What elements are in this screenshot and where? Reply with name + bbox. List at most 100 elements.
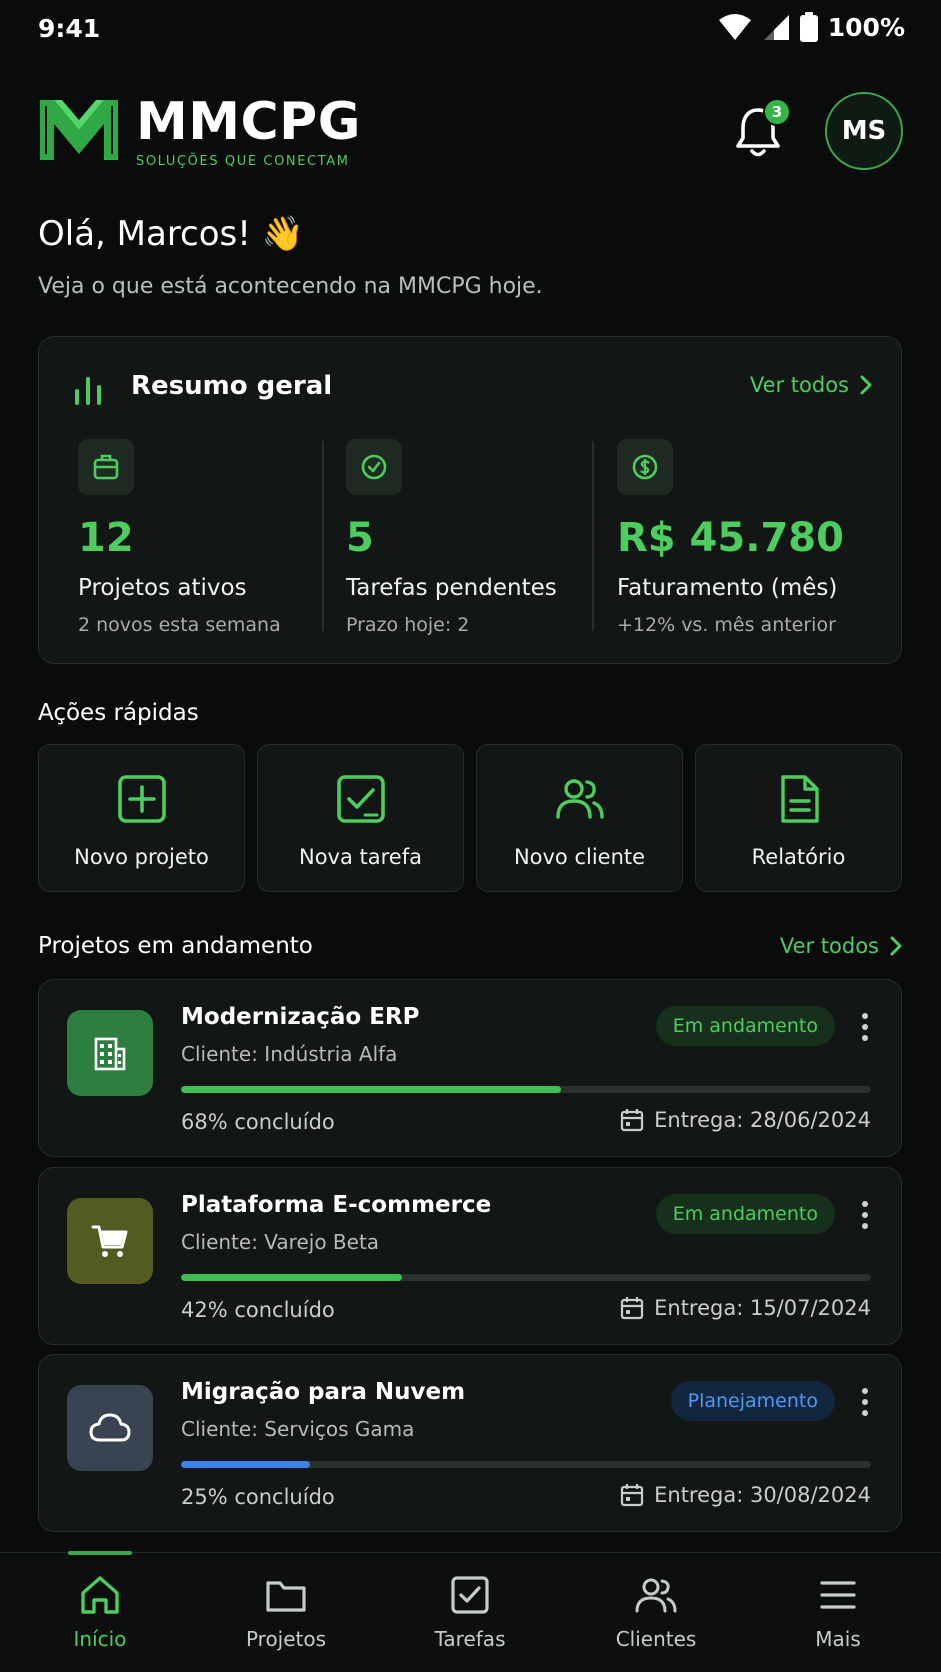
nav-label: Início [73, 1627, 127, 1651]
calendar-icon [621, 1109, 644, 1132]
summary-title: Resumo geral [131, 371, 333, 401]
quick-action-label: Novo projeto [74, 845, 209, 869]
stat-label: Projetos ativos [78, 575, 247, 601]
users-icon [635, 1578, 677, 1613]
see-all-label: Ver todos [779, 934, 879, 958]
app-header: MMCPG SOLUÇÕES QUE CONECTAM 3 MS [38, 88, 903, 174]
stat-revenue[interactable]: R$ 45.780 Faturamento (mês) +12% vs. mês… [617, 439, 885, 639]
users-icon [555, 779, 604, 819]
summary-card: Resumo geral Ver todos 12 Projetos ativo… [38, 336, 902, 664]
stat-divider [592, 441, 594, 631]
new-client-button[interactable]: Novo cliente [476, 744, 683, 892]
greeting-title: Olá, Marcos! 👋 [38, 214, 305, 254]
signal-icon [763, 15, 789, 40]
quick-action-label: Relatório [751, 845, 846, 869]
more-vertical-icon[interactable] [857, 1387, 873, 1417]
stat-value: 5 [346, 515, 374, 561]
project-client: Cliente: Indústria Alfa [181, 1042, 398, 1066]
home-icon [81, 1576, 119, 1614]
bottom-navigation: Início Projetos Tarefas Clientes Mais [0, 1551, 941, 1672]
projects-section-title: Projetos em andamento [38, 933, 313, 959]
project-name: Migração para Nuvem [181, 1379, 466, 1405]
nav-item-home[interactable]: Início [40, 1573, 160, 1663]
status-icons: 100% [718, 12, 905, 42]
stat-divider [322, 441, 324, 631]
project-client: Cliente: Varejo Beta [181, 1230, 380, 1254]
more-vertical-icon[interactable] [857, 1012, 873, 1042]
stat-icon [78, 439, 134, 495]
status-time: 9:41 [38, 14, 101, 43]
cart-icon [91, 1225, 128, 1257]
battery-icon [799, 12, 818, 42]
stat-sub: Prazo hoje: 2 [346, 614, 470, 636]
new-project-button[interactable]: Novo projeto [38, 744, 245, 892]
nav-item-projects[interactable]: Projetos [226, 1573, 346, 1663]
project-progress-track [181, 1461, 871, 1468]
nav-item-clients[interactable]: Clientes [596, 1573, 716, 1663]
app-screen: 9:41 100% MMCPG SOLUÇÕES QUE CONECTAM 3 … [0, 0, 941, 1672]
quick-actions-title: Ações rápidas [38, 700, 199, 726]
folder-icon [266, 1581, 306, 1612]
bar-chart-icon [75, 377, 101, 405]
user-avatar[interactable]: MS [825, 92, 903, 170]
quick-action-label: Novo cliente [513, 845, 646, 869]
more-vertical-icon[interactable] [857, 1200, 873, 1230]
stat-label: Tarefas pendentes [346, 575, 557, 601]
project-status-badge: Em andamento [655, 1194, 835, 1234]
check-circle-icon [361, 454, 387, 480]
task-check-icon [336, 775, 385, 823]
cloud-icon [89, 1413, 131, 1442]
menu-icon [820, 1581, 856, 1609]
project-icon-tile [67, 1010, 153, 1096]
see-all-label: Ver todos [749, 373, 849, 397]
summary-see-all-link[interactable]: Ver todos [750, 373, 873, 397]
project-progress-text: 68% concluído [181, 1110, 335, 1134]
projects-see-all-link[interactable]: Ver todos [780, 934, 903, 958]
stat-icon [617, 439, 673, 495]
stat-value: 12 [78, 515, 134, 561]
project-card[interactable]: Modernização ERP Cliente: Indústria Alfa… [38, 979, 902, 1157]
nav-item-more[interactable]: Mais [778, 1573, 898, 1663]
greeting-subtitle: Veja o que está acontecendo na MMCPG hoj… [38, 274, 543, 299]
document-icon [780, 775, 819, 823]
nav-label: Projetos [245, 1627, 327, 1651]
nav-label: Tarefas [434, 1627, 506, 1651]
brand-tagline: SOLUÇÕES QUE CONECTAM [136, 154, 350, 169]
chevron-right-icon [860, 375, 872, 395]
battery-percent: 100% [827, 12, 905, 42]
project-progress-track [181, 1274, 871, 1281]
project-name: Plataforma E-commerce [181, 1192, 492, 1218]
stat-sub: 2 novos esta semana [78, 614, 281, 636]
quick-action-label: Nova tarefa [299, 845, 422, 869]
notifications-button[interactable]: 3 [733, 98, 791, 160]
project-progress-fill [181, 1274, 402, 1281]
plus-square-icon [117, 775, 166, 823]
calendar-icon [621, 1484, 644, 1507]
nav-label: Clientes [615, 1627, 697, 1651]
new-task-button[interactable]: Nova tarefa [257, 744, 464, 892]
calendar-icon [621, 1297, 644, 1320]
chevron-right-icon [890, 936, 902, 956]
project-progress-track [181, 1086, 871, 1093]
stat-pending-tasks[interactable]: 5 Tarefas pendentes Prazo hoje: 2 [346, 439, 614, 639]
mmcpg-logo-icon [40, 100, 118, 160]
notification-count-badge: 3 [763, 98, 791, 126]
project-status-badge: Em andamento [655, 1006, 835, 1046]
project-card[interactable]: Migração para Nuvem Cliente: Serviços Ga… [38, 1354, 902, 1532]
stat-sub: +12% vs. mês anterior [617, 614, 836, 636]
report-button[interactable]: Relatório [695, 744, 902, 892]
dollar-icon [632, 454, 658, 480]
brand-name: MMCPG [136, 92, 361, 152]
brand-logo[interactable]: MMCPG SOLUÇÕES QUE CONECTAM [38, 96, 361, 169]
briefcase-icon [93, 454, 119, 480]
building-icon [94, 1037, 126, 1071]
active-tab-indicator [68, 1551, 132, 1555]
task-check-icon [451, 1576, 489, 1614]
project-card[interactable]: Plataforma E-commerce Cliente: Varejo Be… [38, 1167, 902, 1345]
stat-value: R$ 45.780 [617, 515, 844, 561]
project-due-text: Entrega: 30/08/2024 [654, 1483, 871, 1507]
nav-item-tasks[interactable]: Tarefas [410, 1573, 530, 1663]
project-name: Modernização ERP [181, 1004, 420, 1030]
stat-active-projects[interactable]: 12 Projetos ativos 2 novos esta semana [78, 439, 346, 639]
project-progress-fill [181, 1086, 561, 1093]
